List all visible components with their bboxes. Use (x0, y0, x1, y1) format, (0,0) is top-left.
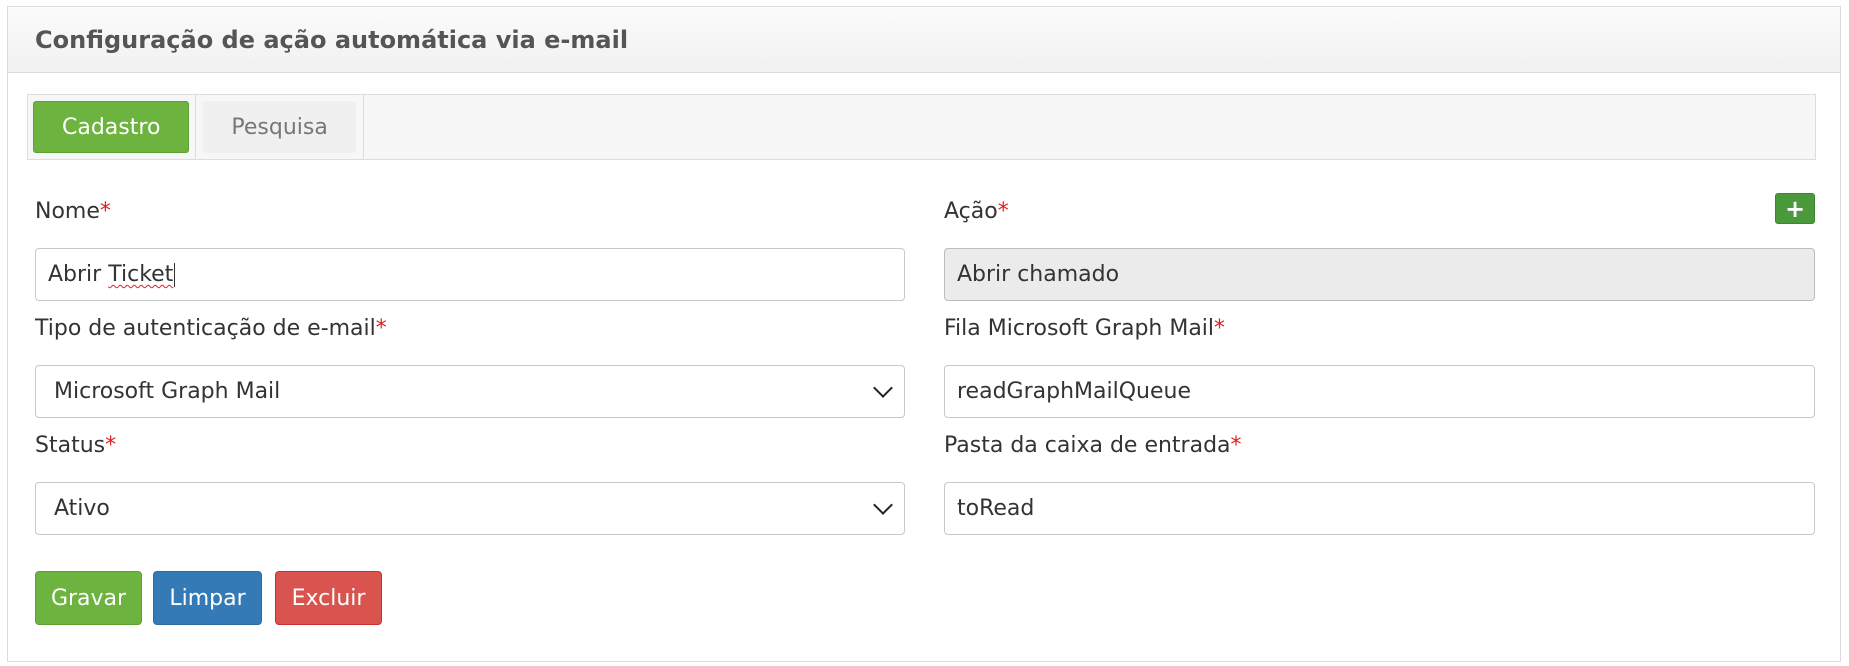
page-title: Configuração de ação automática via e-ma… (35, 25, 629, 54)
clear-button[interactable]: Limpar (153, 571, 262, 625)
save-button[interactable]: Gravar (35, 571, 142, 625)
tipo-autenticacao-select[interactable]: Microsoft Graph Mail (35, 365, 905, 418)
tabs-bar: Cadastro Pesquisa (27, 94, 1816, 160)
required-mark: * (375, 316, 387, 341)
status-label: Status* (35, 433, 117, 458)
add-acao-button[interactable]: + (1775, 193, 1815, 224)
required-mark: * (1214, 316, 1226, 341)
required-mark: * (99, 199, 111, 224)
field-tipo-autenticacao: Tipo de autenticação de e-mail* Microsof… (35, 313, 905, 418)
field-fila: Fila Microsoft Graph Mail* readGraphMail… (944, 313, 1815, 418)
nome-value: Abrir Ticket (48, 262, 174, 287)
panel-header: Configuração de ação automática via e-ma… (8, 7, 1840, 73)
tipo-autenticacao-value: Microsoft Graph Mail (54, 379, 281, 404)
pasta-value: toRead (957, 496, 1035, 521)
status-value: Ativo (54, 496, 110, 521)
acao-input: Abrir chamado (944, 248, 1815, 301)
tab-divider (362, 95, 364, 159)
field-acao: Ação* Abrir chamado (944, 196, 1815, 301)
nome-label: Nome* (35, 199, 111, 224)
fila-value: readGraphMailQueue (957, 379, 1191, 404)
required-mark: * (997, 199, 1009, 224)
chevron-down-icon (873, 377, 893, 398)
spellcheck-word: Ticket (108, 262, 174, 287)
nome-input[interactable]: Abrir Ticket (35, 248, 905, 301)
required-mark: * (105, 433, 117, 458)
pasta-label: Pasta da caixa de entrada* (944, 433, 1242, 458)
tab-cadastro[interactable]: Cadastro (33, 101, 190, 153)
fila-label: Fila Microsoft Graph Mail* (944, 316, 1226, 341)
pasta-input[interactable]: toRead (944, 482, 1815, 535)
field-nome: Nome* Abrir Ticket (35, 196, 905, 301)
required-mark: * (1230, 433, 1242, 458)
acao-value: Abrir chamado (957, 262, 1120, 287)
field-pasta: Pasta da caixa de entrada* toRead (944, 430, 1815, 535)
text-caret (174, 262, 176, 287)
tipo-autenticacao-label: Tipo de autenticação de e-mail* (35, 316, 387, 341)
status-select[interactable]: Ativo (35, 482, 905, 535)
plus-icon: + (1784, 194, 1806, 223)
acao-label: Ação* (944, 199, 1009, 224)
tab-divider (195, 95, 197, 159)
field-status: Status* Ativo (35, 430, 905, 535)
fila-input[interactable]: readGraphMailQueue (944, 365, 1815, 418)
delete-button[interactable]: Excluir (275, 571, 382, 625)
chevron-down-icon (873, 494, 893, 515)
tab-pesquisa[interactable]: Pesquisa (203, 101, 356, 153)
